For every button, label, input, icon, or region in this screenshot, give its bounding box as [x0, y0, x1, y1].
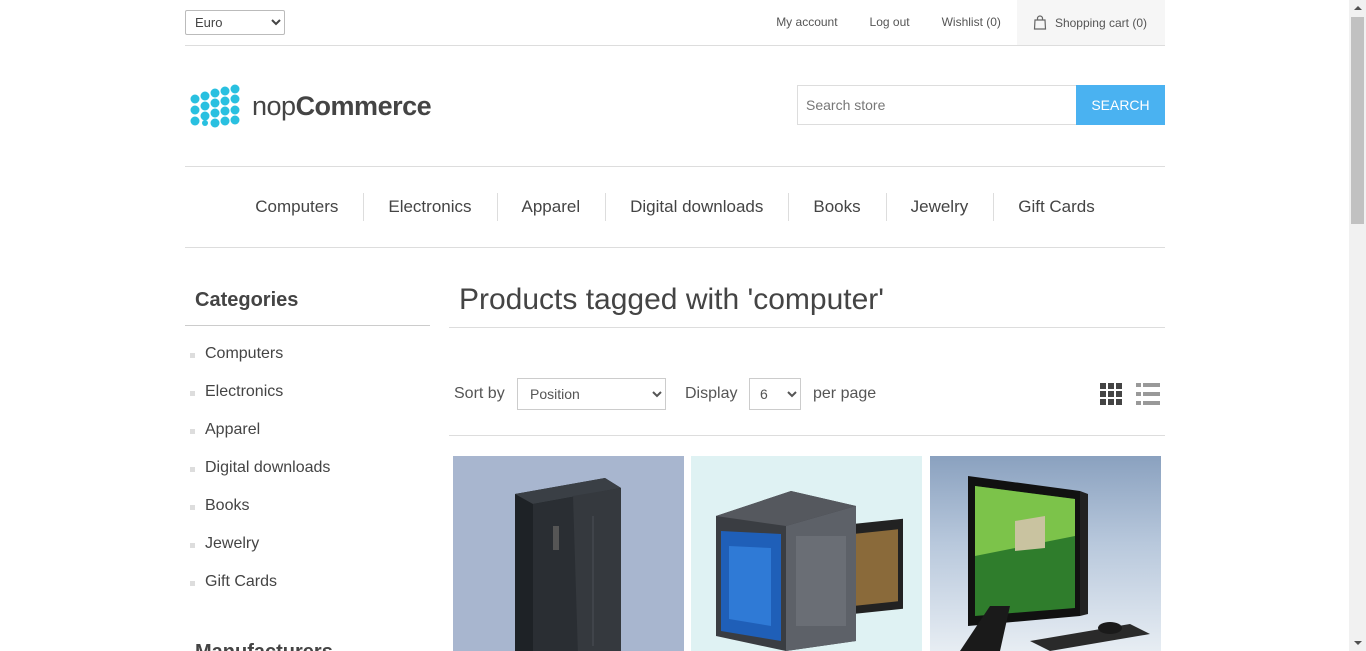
category-item-apparel[interactable]: Apparel — [185, 411, 430, 449]
menu-item-gift-cards[interactable]: Gift Cards — [993, 193, 1120, 221]
shopping-bag-icon — [1033, 15, 1047, 30]
server-tower-image — [515, 478, 621, 651]
logo-text: nopCommerce — [252, 90, 432, 121]
wishlist-link[interactable]: Wishlist (0) — [926, 0, 1017, 45]
categories-title: Categories — [185, 276, 430, 326]
category-item-digital-downloads[interactable]: Digital downloads — [185, 449, 430, 487]
category-item-electronics[interactable]: Electronics — [185, 373, 430, 411]
search-button[interactable]: SEARCH — [1076, 85, 1165, 125]
category-item-books[interactable]: Books — [185, 487, 430, 525]
menu-item-jewelry[interactable]: Jewelry — [885, 193, 994, 221]
product-item[interactable] — [930, 456, 1161, 651]
category-item-computers[interactable]: Computers — [185, 335, 430, 373]
manufacturers-title: Manufacturers — [195, 640, 333, 651]
search-input[interactable] — [797, 85, 1077, 125]
currency-selector[interactable]: Euro — [185, 10, 285, 35]
top-menu: Computers Electronics Apparel Digital do… — [185, 166, 1165, 248]
scrollbar-thumb[interactable] — [1351, 17, 1364, 224]
scroll-down-arrow-icon[interactable] — [1349, 634, 1366, 651]
header-links: My account Log out Wishlist (0) Shopping… — [760, 0, 1165, 45]
scroll-up-arrow-icon[interactable] — [1349, 0, 1366, 17]
menu-item-computers[interactable]: Computers — [230, 194, 363, 220]
store-logo[interactable]: nopCommerce — [187, 84, 432, 128]
menu-item-electronics[interactable]: Electronics — [363, 193, 496, 221]
menu-item-books[interactable]: Books — [788, 193, 885, 221]
category-item-jewelry[interactable]: Jewelry — [185, 525, 430, 563]
category-item-gift-cards[interactable]: Gift Cards — [185, 563, 430, 601]
page-scrollbar[interactable] — [1349, 0, 1366, 651]
header-links-bar: Euro My account Log out Wishlist (0) Sho… — [185, 0, 1165, 46]
all-in-one-pc-image — [960, 476, 1150, 651]
sort-by-select[interactable]: Position — [517, 378, 666, 410]
gaming-desktop-image — [716, 491, 903, 651]
product-item[interactable] — [691, 456, 922, 651]
product-item[interactable] — [453, 456, 684, 651]
log-out-link[interactable]: Log out — [854, 0, 926, 45]
page-size-select[interactable]: 6 — [749, 378, 801, 410]
nopcommerce-logo-icon — [190, 84, 240, 128]
shopping-cart-label: Shopping cart (0) — [1054, 15, 1147, 30]
my-account-link[interactable]: My account — [760, 0, 853, 45]
product-selectors: Sort by Position Display 6 per page — [449, 360, 1165, 436]
page-title: Products tagged with 'computer' — [449, 276, 1165, 328]
per-page-label: per page — [813, 385, 877, 402]
display-label: Display — [685, 385, 738, 402]
menu-item-digital-downloads[interactable]: Digital downloads — [605, 193, 788, 221]
menu-item-apparel[interactable]: Apparel — [496, 193, 606, 221]
sort-by-label: Sort by — [454, 385, 505, 402]
list-view-icon[interactable] — [1136, 383, 1160, 405]
shopping-cart-link[interactable]: Shopping cart (0) — [1016, 0, 1165, 45]
grid-view-icon[interactable] — [1100, 383, 1122, 405]
categories-list: Computers Electronics Apparel Digital do… — [185, 335, 430, 601]
